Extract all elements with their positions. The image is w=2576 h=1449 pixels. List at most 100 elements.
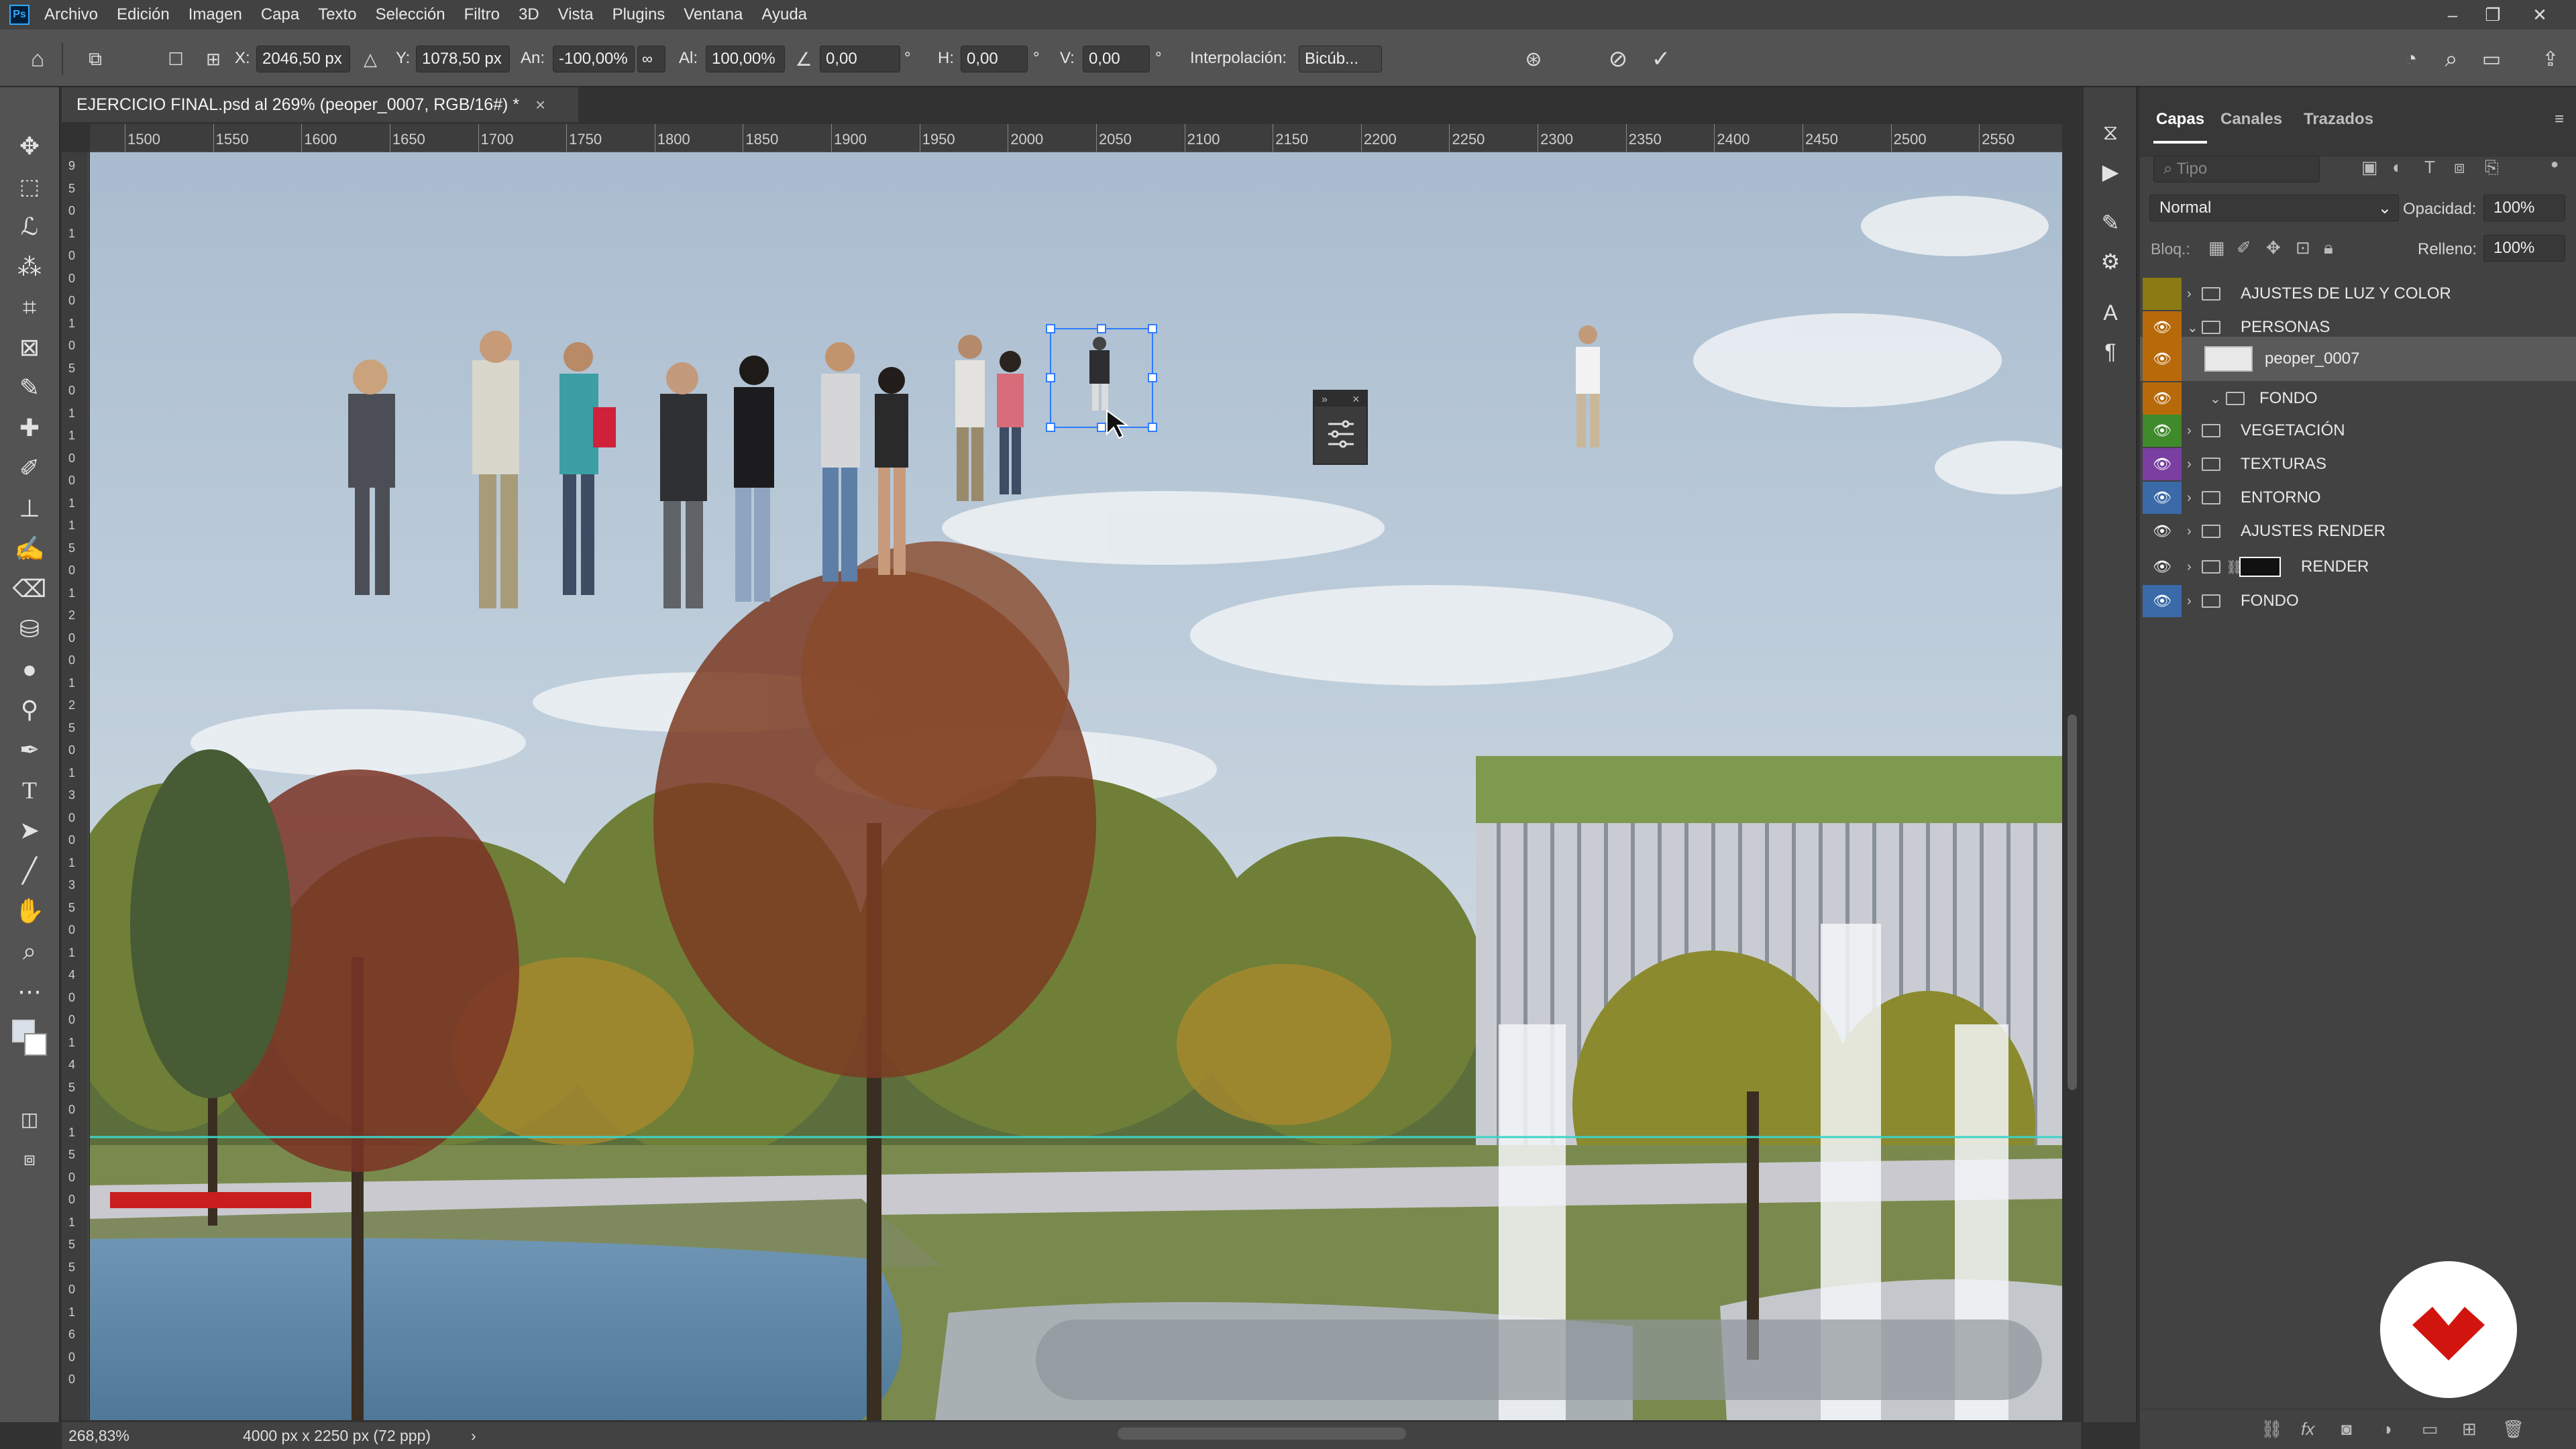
width-field[interactable]: -100,00% — [553, 46, 635, 72]
lock-artboard-icon[interactable]: ⊡ — [2296, 237, 2310, 258]
tab-canales[interactable]: Canales — [2220, 110, 2282, 129]
layer-row[interactable]: 👁︎ › AJUSTES RENDER — [2140, 515, 2576, 547]
transform-handle[interactable] — [1097, 324, 1106, 333]
chevron-right-icon[interactable]: › — [2187, 286, 2192, 302]
filter-shape-icon[interactable]: ⧈ — [2454, 157, 2465, 178]
opacity-field[interactable]: 100% — [2483, 195, 2565, 221]
menu-ayuda[interactable]: Ayuda — [761, 5, 807, 24]
menu-texto[interactable]: Texto — [318, 5, 356, 24]
layer-name[interactable]: RENDER — [2301, 557, 2369, 576]
actions-panel-icon[interactable]: ▶ — [2092, 154, 2129, 189]
frame-tool-icon[interactable]: ⊠ — [8, 329, 51, 366]
panel-collapse-icon[interactable]: » — [1322, 394, 1328, 405]
quick-mask-icon[interactable]: ◫ — [8, 1100, 51, 1138]
hand-tool-icon[interactable]: ✋ — [8, 892, 51, 930]
restore-icon[interactable]: ❐ — [2473, 0, 2513, 30]
menu-seleccion[interactable]: Selección — [376, 5, 445, 24]
cancel-icon[interactable]: ⊘ — [1601, 42, 1635, 76]
eye-icon[interactable]: 👁︎ — [2143, 448, 2182, 480]
y-position-field[interactable]: 1078,50 px — [416, 46, 510, 72]
more-tools-icon[interactable]: ⋯ — [8, 973, 51, 1010]
transform-handle[interactable] — [1046, 373, 1055, 382]
photoshop-app-icon[interactable]: Ps — [9, 5, 30, 25]
lock-position-icon[interactable]: ✥ — [2266, 237, 2281, 258]
lock-transparency-icon[interactable]: ▦ — [2208, 237, 2225, 258]
background-color-swatch[interactable] — [24, 1033, 47, 1056]
document-canvas[interactable]: » × — [90, 152, 2062, 1420]
layer-row[interactable]: 👁︎ ⌄ FONDO — [2140, 382, 2576, 415]
share-profile-icon[interactable]: ◔ — [2394, 42, 2428, 76]
eye-icon[interactable]: 👁︎ — [2143, 337, 2182, 381]
panel-close-icon[interactable]: × — [1352, 392, 1360, 406]
menu-3d[interactable]: 3D — [519, 5, 539, 24]
filter-toggle-icon[interactable]: ● — [2551, 157, 2559, 172]
character-panel-icon[interactable]: A — [2092, 295, 2129, 330]
layer-name[interactable]: PERSONAS — [2241, 318, 2330, 337]
horizontal-scrollbar-thumb[interactable] — [1118, 1428, 1406, 1440]
layer-name[interactable]: peoper_0007 — [2265, 350, 2359, 368]
chevron-right-icon[interactable]: › — [2187, 594, 2192, 609]
history-brush-tool-icon[interactable]: ✍ — [8, 530, 51, 568]
transform-handle[interactable] — [1046, 324, 1055, 333]
h-skew-field[interactable]: 0,00 — [961, 46, 1028, 72]
menu-capa[interactable]: Capa — [261, 5, 299, 24]
zoom-tool-icon[interactable]: ⌕ — [8, 932, 51, 970]
warp-mode-icon[interactable]: ⊛ — [1516, 42, 1551, 76]
minimize-icon[interactable]: – — [2432, 0, 2473, 30]
chevron-right-icon[interactable]: › — [2187, 423, 2192, 439]
menu-plugins[interactable]: Plugins — [612, 5, 665, 24]
eraser-tool-icon[interactable]: ⌫ — [8, 570, 51, 608]
layer-name[interactable]: FONDO — [2259, 389, 2318, 408]
filter-smart-object-icon[interactable]: ⎘ — [2485, 157, 2499, 178]
filter-adjustment-icon[interactable]: ◐ — [2392, 157, 2403, 178]
line-tool-icon[interactable]: ╱ — [8, 852, 51, 890]
chevron-right-icon[interactable]: › — [2187, 457, 2192, 472]
object-selection-tool-icon[interactable]: ⁂ — [8, 248, 51, 286]
pen-tool-icon[interactable]: ✒ — [8, 731, 51, 769]
lock-all-icon[interactable]: 🔒︎ — [2324, 237, 2333, 259]
v-skew-field[interactable]: 0,00 — [1083, 46, 1150, 72]
new-layer-icon[interactable]: ⊞ — [2462, 1419, 2477, 1440]
marquee-tool-icon[interactable]: ⬚ — [8, 168, 51, 205]
rotate-angle-field[interactable]: 0,00 — [820, 46, 900, 72]
share-icon[interactable]: ⇪ — [2533, 42, 2568, 76]
horizontal-ruler[interactable]: 1500 1550 1600 1650 1700 1750 1800 1850 1900 1950… — [90, 124, 2062, 152]
eyedropper-tool-icon[interactable]: ✎ — [8, 369, 51, 407]
layer-row[interactable]: 👁︎ peoper_0007 — [2140, 337, 2576, 381]
tab-capas[interactable]: Capas — [2156, 110, 2204, 129]
layer-name[interactable]: VEGETACIÓN — [2241, 421, 2345, 440]
delete-layer-icon[interactable]: 🗑︎ — [2502, 1419, 2524, 1440]
crop-tool-icon[interactable]: ⌗ — [8, 288, 51, 326]
layer-name[interactable]: FONDO — [2241, 592, 2299, 610]
new-adjustment-layer-icon[interactable]: ◑ — [2381, 1419, 2392, 1440]
eye-icon[interactable]: 👁︎ — [2143, 482, 2182, 514]
height-field[interactable]: 100,00% — [706, 46, 785, 72]
vertical-ruler[interactable]: 9501000105011001150120012501300135014001… — [62, 152, 89, 1420]
chevron-down-icon[interactable]: ⌄ — [2210, 390, 2221, 407]
chevron-right-icon[interactable]: › — [2187, 490, 2192, 506]
layer-name[interactable]: ENTORNO — [2241, 488, 2321, 507]
eye-icon[interactable]: 👁︎ — [2143, 382, 2182, 415]
interpolation-select[interactable]: Bicúb... — [1299, 46, 1382, 72]
status-menu-arrow[interactable]: › — [471, 1427, 476, 1445]
menu-edicion[interactable]: Edición — [117, 5, 170, 24]
layer-row[interactable]: 👁︎ › VEGETACIÓN — [2140, 415, 2576, 447]
transform-tool-icon[interactable]: ⧉ — [78, 42, 113, 76]
chevron-down-icon[interactable]: ⌄ — [2187, 319, 2198, 336]
transform-handle[interactable] — [1148, 423, 1157, 432]
close-document-icon[interactable]: × — [535, 95, 545, 115]
transform-handle[interactable] — [1046, 423, 1055, 432]
healing-tool-icon[interactable]: ✚ — [8, 409, 51, 447]
eye-icon[interactable]: 👁︎ — [2143, 550, 2182, 584]
relative-position-icon[interactable]: △ — [353, 42, 388, 76]
search-icon[interactable]: ⌕ — [2434, 42, 2469, 76]
history-panel-icon[interactable]: ⧖ — [2092, 115, 2129, 150]
eye-hidden-icon[interactable] — [2143, 278, 2182, 310]
transform-handle[interactable] — [1148, 373, 1157, 382]
transform-handle[interactable] — [1097, 423, 1106, 432]
lock-image-icon[interactable]: ✐ — [2237, 237, 2251, 258]
brush-settings-icon[interactable]: ✎ — [2092, 205, 2129, 240]
filter-type-icon[interactable]: T — [2424, 157, 2435, 178]
layer-row[interactable]: 👁︎ › ENTORNO — [2140, 482, 2576, 514]
layer-row[interactable]: 👁︎ › ⛓ RENDER — [2140, 550, 2576, 584]
